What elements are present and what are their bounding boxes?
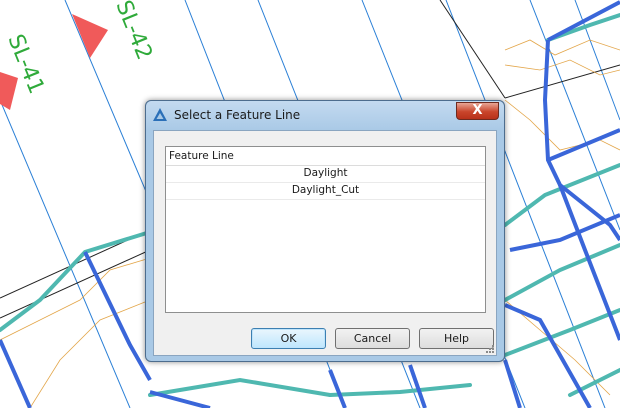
list-item[interactable]: Daylight — [166, 166, 485, 183]
help-button[interactable]: Help — [419, 328, 494, 349]
corridor-line — [83, 251, 152, 381]
resize-grip-icon[interactable] — [485, 344, 495, 354]
alignment-line — [0, 99, 131, 408]
red-marker-icon — [0, 72, 18, 110]
teal-feature-line — [0, 230, 152, 332]
corridor-line — [542, 39, 620, 242]
list-column-header[interactable]: Feature Line — [166, 147, 485, 166]
corridor-line — [149, 390, 211, 408]
close-button[interactable]: X — [456, 102, 499, 120]
dialog-titlebar[interactable]: Select a Feature Line X — [146, 101, 504, 131]
contour-line — [0, 257, 151, 341]
autocad-logo-icon — [153, 108, 167, 121]
teal-feature-line — [328, 383, 472, 397]
boundary-line — [439, 0, 506, 99]
contour-line — [504, 39, 620, 56]
boundary-line — [504, 64, 620, 99]
teal-feature-line — [148, 377, 332, 397]
corridor-line — [328, 369, 347, 408]
dialog-content: Feature Line Daylight Daylight_Cut OK Ca… — [153, 130, 497, 356]
corridor-line — [547, 0, 620, 42]
contour-line — [504, 99, 620, 151]
station-label-sl42: SL-42 — [110, 0, 156, 64]
corridor-line — [509, 213, 620, 252]
corridor-line — [0, 339, 32, 408]
corridor-line — [503, 359, 522, 408]
cancel-button[interactable]: Cancel — [335, 328, 410, 349]
cad-viewport[interactable]: SL-41 SL-42 Select a Feature Line X Feat… — [0, 0, 620, 408]
list-item[interactable]: Daylight_Cut — [166, 183, 485, 200]
select-feature-line-dialog[interactable]: Select a Feature Line X Feature Line Day… — [145, 100, 505, 362]
ok-button[interactable]: OK — [251, 328, 326, 349]
red-marker-icon — [72, 14, 108, 58]
teal-feature-line — [503, 308, 620, 357]
dialog-title: Select a Feature Line — [174, 108, 301, 122]
feature-line-list[interactable]: Feature Line Daylight Daylight_Cut — [165, 146, 486, 313]
